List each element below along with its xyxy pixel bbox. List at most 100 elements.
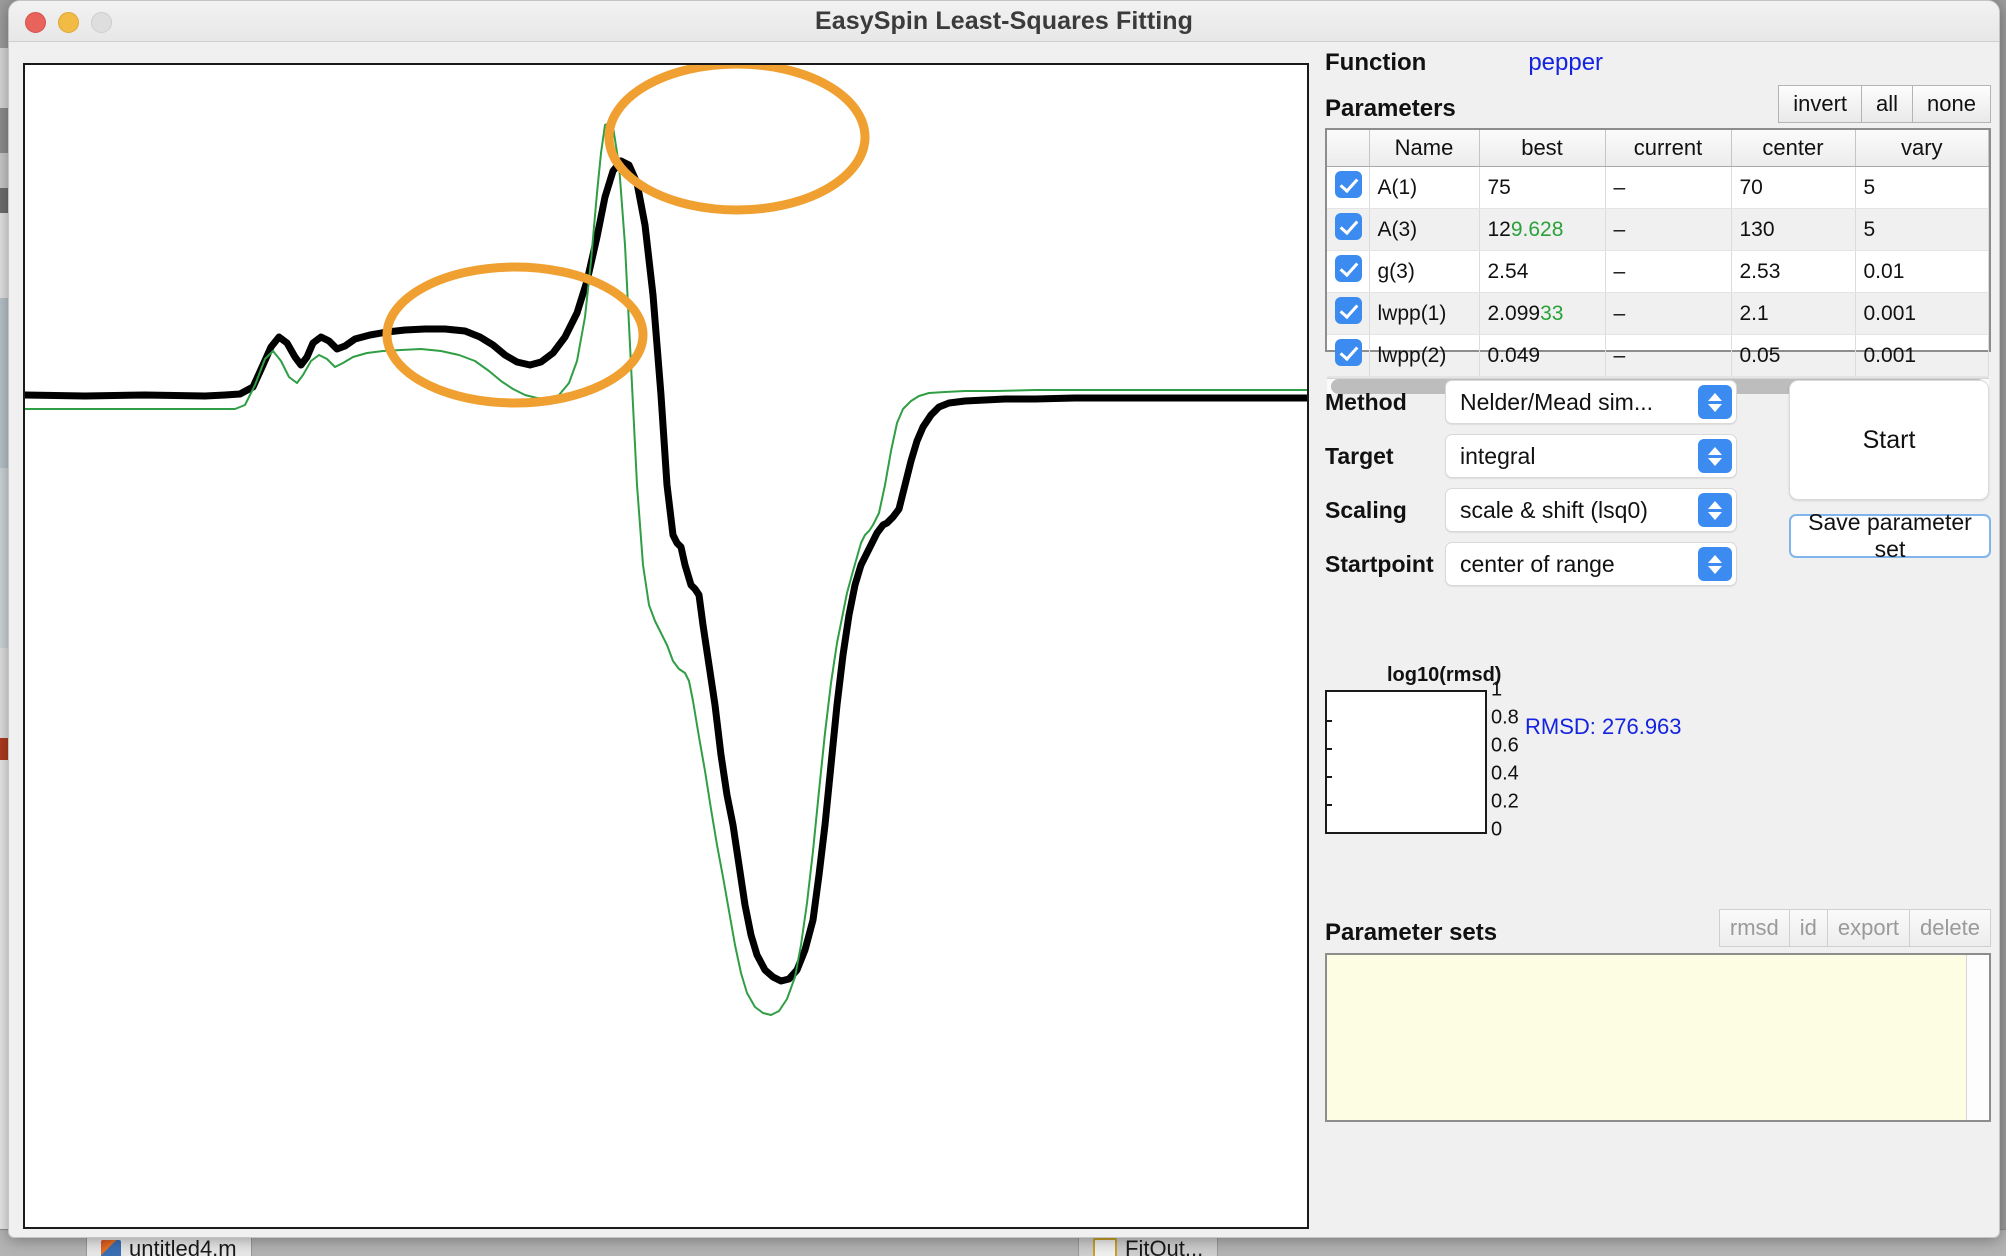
scaling-select[interactable]: scale & shift (lsq0) bbox=[1445, 488, 1737, 532]
rmsd-y-tick-label: 0.8 bbox=[1491, 706, 1519, 729]
spectrum-plot bbox=[25, 65, 1307, 1227]
highlight-ellipse-peak bbox=[609, 65, 865, 210]
method-row: Method Nelder/Mead sim... bbox=[1325, 380, 1759, 424]
save-parameter-set-button[interactable]: Save parameter set bbox=[1789, 509, 1991, 562]
highlight-ellipse-shoulder bbox=[387, 267, 643, 403]
checkbox-checked-icon[interactable] bbox=[1335, 213, 1362, 240]
parameter-sets-scrollbar[interactable] bbox=[1966, 955, 1989, 1120]
best-value-precision: 33 bbox=[1540, 301, 1564, 325]
parameter-checkbox-cell[interactable] bbox=[1327, 292, 1370, 335]
parameter-checkbox-cell[interactable] bbox=[1327, 166, 1370, 209]
parameter-vary-cell[interactable]: 5 bbox=[1855, 166, 1989, 209]
parameter-center-cell[interactable]: 0.05 bbox=[1731, 334, 1856, 377]
parameter-name-cell: A(1) bbox=[1369, 166, 1480, 209]
method-select[interactable]: Nelder/Mead sim... bbox=[1445, 380, 1737, 424]
table-header-row: Name best current center vary bbox=[1327, 130, 1989, 167]
table-row[interactable]: g(3) 2.54–2.53 0.01 bbox=[1327, 250, 1989, 293]
table-row[interactable]: A(3) 129.628–130 5 bbox=[1327, 208, 1989, 251]
none-button[interactable]: none bbox=[1912, 85, 1991, 123]
function-label: Function bbox=[1325, 49, 1427, 76]
rmsd-y-tick-label: 0.2 bbox=[1491, 790, 1519, 813]
start-button[interactable]: Start bbox=[1789, 380, 1989, 500]
document-icon bbox=[1093, 1238, 1117, 1256]
checkbox-checked-icon[interactable] bbox=[1335, 297, 1362, 324]
chevron-updown-icon[interactable] bbox=[1698, 547, 1732, 581]
col-checkbox bbox=[1327, 130, 1370, 167]
screen: untitled4.m FitOut... EasySpin Least-Squ… bbox=[0, 0, 2006, 1256]
target-label: Target bbox=[1325, 442, 1394, 469]
background-tab-label: untitled4.m bbox=[129, 1236, 237, 1256]
spectrum-plot-panel[interactable] bbox=[23, 63, 1309, 1229]
parameter-vary-cell[interactable]: 0.001 bbox=[1855, 292, 1989, 335]
parameter-best-cell: 2.54 bbox=[1479, 250, 1606, 293]
invert-button[interactable]: invert bbox=[1778, 85, 1863, 123]
checkbox-checked-icon[interactable] bbox=[1335, 255, 1362, 282]
parameters-table-container[interactable]: Name best current center vary A(1) 75–70 5… bbox=[1325, 128, 1991, 394]
function-name-link[interactable]: pepper bbox=[1528, 49, 1603, 77]
scaling-value: scale & shift (lsq0) bbox=[1460, 496, 1648, 523]
parameters-header: Parameters invert all none bbox=[1325, 85, 1991, 123]
parameter-checkbox-cell[interactable] bbox=[1327, 208, 1370, 251]
background-tab-label: FitOut... bbox=[1125, 1236, 1204, 1256]
parameter-center-cell[interactable]: 2.1 bbox=[1731, 292, 1856, 335]
chevron-updown-icon[interactable] bbox=[1698, 385, 1732, 419]
parameter-sets-list-content[interactable] bbox=[1327, 955, 1966, 1120]
col-current[interactable]: current bbox=[1605, 130, 1732, 167]
col-center[interactable]: center bbox=[1731, 130, 1856, 167]
scaling-row: Scaling scale & shift (lsq0) bbox=[1325, 488, 1759, 532]
function-row: Function pepper bbox=[1325, 49, 1991, 77]
rmsd-sort-button[interactable]: rmsd bbox=[1718, 909, 1790, 947]
window-title: EasySpin Least-Squares Fitting bbox=[814, 7, 1194, 35]
all-button[interactable]: all bbox=[1861, 85, 1914, 123]
parameter-current-cell: – bbox=[1605, 250, 1732, 293]
easyspin-fitting-window: EasySpin Least-Squares Fitting Function … bbox=[8, 0, 2000, 1238]
selection-button-group: invert all none bbox=[1778, 85, 1991, 123]
rmsd-block: log10(rmsd) 1 0.8 0.6 0.4 0.2 0 RMSD: 276.963 bbox=[1325, 664, 1991, 849]
plot-series-layer bbox=[25, 123, 1307, 1015]
chevron-updown-icon[interactable] bbox=[1698, 439, 1732, 473]
checkbox-checked-icon[interactable] bbox=[1335, 339, 1362, 366]
col-best[interactable]: best bbox=[1479, 130, 1606, 167]
target-row: Target integral bbox=[1325, 434, 1759, 478]
chevron-updown-icon[interactable] bbox=[1698, 493, 1732, 527]
col-name[interactable]: Name bbox=[1369, 130, 1480, 167]
parameter-best-cell: 0.049 bbox=[1479, 334, 1606, 377]
rmsd-y-tick-label: 0.6 bbox=[1491, 734, 1519, 757]
plot-line-simulated-fit bbox=[25, 123, 1307, 1015]
action-buttons: Start Save parameter set bbox=[1789, 380, 1991, 596]
parameter-best-cell: 75 bbox=[1479, 166, 1606, 209]
scaling-label: Scaling bbox=[1325, 496, 1407, 523]
parameter-center-cell[interactable]: 130 bbox=[1731, 208, 1856, 251]
rmsd-plot-title: log10(rmsd) bbox=[1387, 664, 1502, 686]
parameter-best-cell: 129.628 bbox=[1479, 208, 1606, 251]
rmsd-tick-mark bbox=[1326, 748, 1332, 750]
table-row[interactable]: A(1) 75–70 5 bbox=[1327, 166, 1989, 209]
parameter-center-cell[interactable]: 2.53 bbox=[1731, 250, 1856, 293]
startpoint-select[interactable]: center of range bbox=[1445, 542, 1737, 586]
rmsd-y-tick-label: 1 bbox=[1491, 678, 1503, 701]
id-sort-button[interactable]: id bbox=[1788, 909, 1828, 947]
right-panel: Function pepper Parameters invert all no… bbox=[1325, 49, 1991, 1229]
rmsd-tick-mark bbox=[1326, 776, 1332, 778]
parameter-current-cell: – bbox=[1605, 292, 1732, 335]
parameters-table: Name best current center vary A(1) 75–70 5… bbox=[1327, 130, 1989, 377]
parameter-checkbox-cell[interactable] bbox=[1327, 250, 1370, 293]
title-bar: EasySpin Least-Squares Fitting bbox=[9, 1, 1999, 42]
target-select[interactable]: integral bbox=[1445, 434, 1737, 478]
startpoint-value: center of range bbox=[1460, 550, 1615, 577]
parameter-checkbox-cell[interactable] bbox=[1327, 334, 1370, 377]
export-button[interactable]: export bbox=[1826, 909, 1911, 947]
table-row[interactable]: lwpp(2) 0.049–0.05 0.001 bbox=[1327, 334, 1989, 377]
parameter-center-cell[interactable]: 70 bbox=[1731, 166, 1856, 209]
checkbox-checked-icon[interactable] bbox=[1335, 171, 1362, 198]
parameter-vary-cell[interactable]: 0.001 bbox=[1855, 334, 1989, 377]
table-row[interactable]: lwpp(1) 2.09933–2.1 0.001 bbox=[1327, 292, 1989, 335]
parameter-sets-label: Parameter sets bbox=[1325, 919, 1498, 946]
parameter-sets-list[interactable] bbox=[1325, 953, 1991, 1122]
parameter-vary-cell[interactable]: 0.01 bbox=[1855, 250, 1989, 293]
rmsd-y-tick-label: 0.4 bbox=[1491, 762, 1519, 785]
delete-button[interactable]: delete bbox=[1909, 909, 1991, 947]
col-vary[interactable]: vary bbox=[1855, 130, 1989, 167]
method-value: Nelder/Mead sim... bbox=[1460, 388, 1654, 415]
parameter-vary-cell[interactable]: 5 bbox=[1855, 208, 1989, 251]
